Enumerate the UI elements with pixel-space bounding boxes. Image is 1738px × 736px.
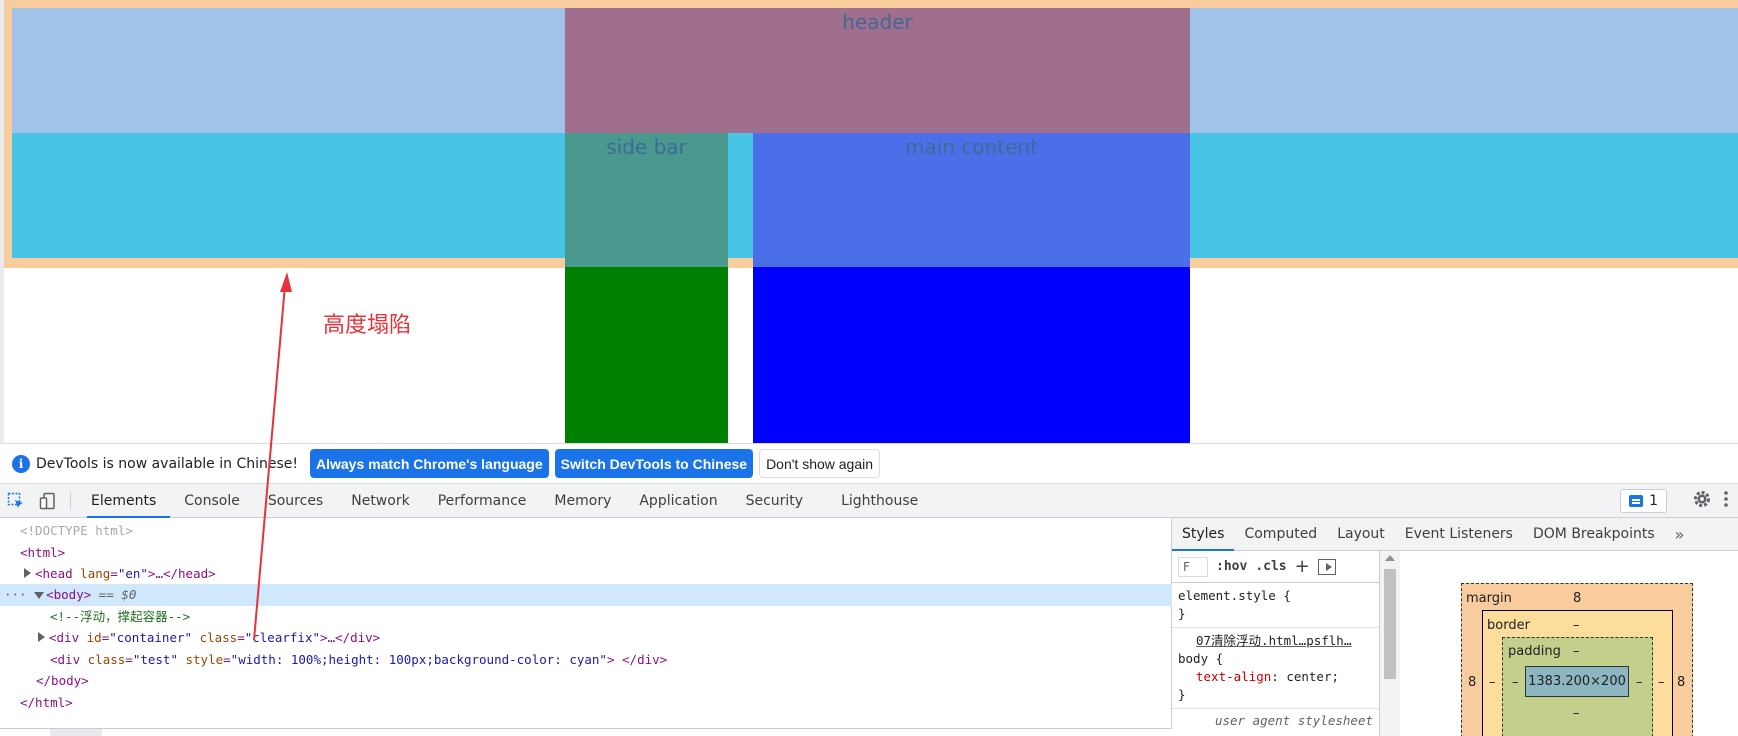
tab-event-listeners[interactable]: Event Listeners xyxy=(1395,518,1523,550)
dom-comment[interactable]: <!--浮动，撑起容器--> xyxy=(0,606,1172,628)
more-tabs-icon[interactable]: » xyxy=(1665,518,1695,550)
header-label: header xyxy=(842,10,913,34)
dom-doctype[interactable]: <!DOCTYPE html> xyxy=(0,520,1172,542)
margin-top-value[interactable]: 8 xyxy=(1573,591,1581,606)
box-model-content[interactable]: 1383.200×200 xyxy=(1525,666,1629,697)
user-agent-stylesheet-label: user agent stylesheet xyxy=(1214,713,1373,728)
box-model-diagram: 1383.200×200 margin 8 8 8 border – – – p… xyxy=(1400,551,1738,736)
language-infobar: i DevTools is now available in Chinese! … xyxy=(0,443,1738,483)
dom-head[interactable]: <head lang="en">…</head> xyxy=(0,563,1172,585)
infobar-message: DevTools is now available in Chinese! xyxy=(36,455,298,472)
dom-body-close[interactable]: </body> xyxy=(0,670,1172,692)
margin-left-value[interactable]: 8 xyxy=(1468,675,1476,690)
tab-dom-breakpoints[interactable]: DOM Breakpoints xyxy=(1523,518,1665,550)
padding-right-value[interactable]: – xyxy=(1636,675,1643,690)
elements-dom-tree: <!DOCTYPE html> <html> <head lang="en">…… xyxy=(0,518,1172,736)
tab-console[interactable]: Console xyxy=(170,484,254,517)
device-toolbar-icon[interactable] xyxy=(32,484,64,517)
new-rule-icon[interactable]: + xyxy=(1295,556,1310,577)
styles-subtabs: Styles Computed Layout Event Listeners D… xyxy=(1172,518,1738,551)
left-edge xyxy=(0,0,4,443)
margin-label: margin xyxy=(1466,591,1512,606)
toggle-sidebar-icon[interactable] xyxy=(1317,558,1336,575)
issues-count: 1 xyxy=(1649,492,1658,509)
styles-pane: F :hov .cls + element.style { } 07清除浮动.h… xyxy=(1172,551,1380,736)
tab-network[interactable]: Network xyxy=(337,484,423,517)
margin-right-value[interactable]: 8 xyxy=(1677,675,1685,690)
border-right-value[interactable]: – xyxy=(1658,675,1665,690)
padding-bottom-value[interactable]: – xyxy=(1573,706,1580,721)
styles-scrollbar[interactable] xyxy=(1380,551,1400,736)
hov-toggle[interactable]: :hov xyxy=(1216,559,1247,574)
breadcrumb-bar xyxy=(0,728,1172,736)
dom-test-div[interactable]: <div class="test" style="width: 100%;hei… xyxy=(0,649,1172,671)
scroll-up-icon[interactable] xyxy=(1385,555,1395,561)
main-content-label: main content xyxy=(905,135,1038,159)
message-icon xyxy=(1629,494,1644,507)
styles-toolbar: F :hov .cls + xyxy=(1172,551,1379,583)
dont-show-again-button[interactable]: Don't show again xyxy=(759,449,881,478)
page-viewport: header side bar main content 高度塌陷 xyxy=(0,0,1738,443)
breadcrumb-item[interactable] xyxy=(50,729,102,736)
tab-layout[interactable]: Layout xyxy=(1327,518,1395,550)
border-top-value[interactable]: – xyxy=(1573,618,1580,633)
tab-sources[interactable]: Sources xyxy=(254,484,337,517)
padding-top-value[interactable]: – xyxy=(1573,644,1580,659)
height-collapse-annotation: 高度塌陷 xyxy=(323,313,412,338)
collapse-arrow-icon[interactable] xyxy=(34,592,45,599)
body-style-rule[interactable]: 07清除浮动.html…psflh… body { text-align: ce… xyxy=(1172,628,1379,709)
style-source-link[interactable]: 07清除浮动.html…psflh… xyxy=(1178,632,1373,650)
tab-memory[interactable]: Memory xyxy=(540,484,625,517)
border-left-value[interactable]: – xyxy=(1489,675,1496,690)
always-match-language-button[interactable]: Always match Chrome's language xyxy=(310,449,549,478)
scroll-thumb[interactable] xyxy=(1384,569,1396,679)
issues-badge[interactable]: 1 xyxy=(1620,488,1667,513)
dom-container-div[interactable]: <div id="container" class="clearfix">…</… xyxy=(0,627,1172,649)
padding-label: padding xyxy=(1508,644,1561,659)
more-options-icon[interactable] xyxy=(1722,489,1730,513)
border-label: border xyxy=(1487,618,1530,633)
tab-performance[interactable]: Performance xyxy=(424,484,541,517)
tab-application[interactable]: Application xyxy=(625,484,731,517)
devtools-tabbar: Elements Console Sources Network Perform… xyxy=(0,483,1738,518)
main-content-box xyxy=(753,267,1190,443)
tab-computed[interactable]: Computed xyxy=(1234,518,1327,550)
tab-styles[interactable]: Styles xyxy=(1172,518,1235,551)
tab-security[interactable]: Security xyxy=(732,484,818,517)
tab-elements[interactable]: Elements xyxy=(77,484,171,518)
toolbar-right: 1 xyxy=(1620,484,1738,517)
gear-icon[interactable] xyxy=(1692,489,1712,513)
switch-to-chinese-button[interactable]: Switch DevTools to Chinese xyxy=(554,449,754,478)
sidebar-label: side bar xyxy=(606,135,687,159)
expand-arrow-icon[interactable] xyxy=(24,568,31,578)
text-align-property[interactable]: text-align: center; xyxy=(1178,669,1339,684)
dom-html-close[interactable]: </html> xyxy=(0,692,1172,714)
tab-lighthouse[interactable]: Lighthouse xyxy=(817,484,932,517)
inspect-element-icon[interactable] xyxy=(0,484,32,517)
styles-filter-input[interactable]: F xyxy=(1178,556,1208,577)
element-style-rule[interactable]: element.style { } xyxy=(1172,583,1379,628)
padding-left-value[interactable]: – xyxy=(1512,675,1519,690)
dom-html-open[interactable]: <html> xyxy=(0,542,1172,564)
info-icon: i xyxy=(12,454,30,473)
cls-toggle[interactable]: .cls xyxy=(1255,559,1286,574)
expand-arrow-icon[interactable] xyxy=(38,632,45,642)
toolbar-divider xyxy=(70,492,71,509)
dom-body-selected[interactable]: ··· <body> == $0 xyxy=(0,584,1172,606)
sidebar-box xyxy=(565,267,728,443)
